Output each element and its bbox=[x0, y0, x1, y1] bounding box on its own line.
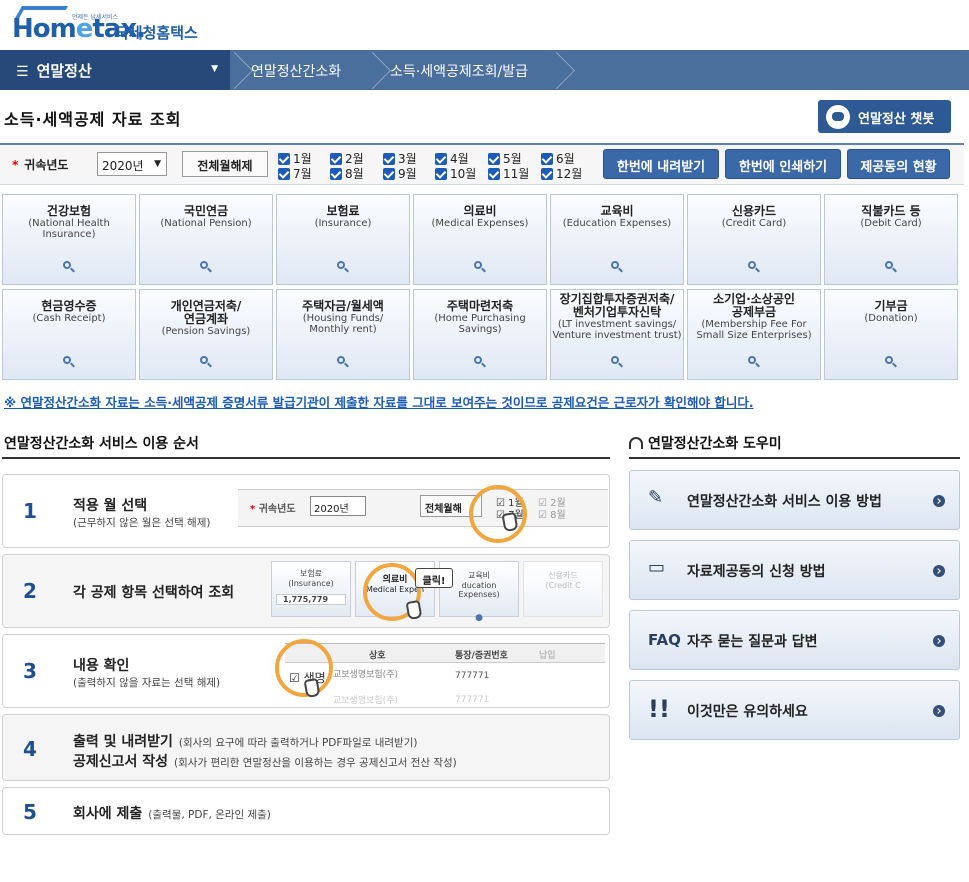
checkbox-checked-icon bbox=[278, 153, 290, 165]
arrow-right-icon bbox=[933, 565, 945, 577]
checkbox-checked-icon bbox=[541, 168, 553, 180]
checkbox-checked-icon bbox=[435, 168, 447, 180]
checkbox-checked-icon bbox=[488, 153, 500, 165]
checkbox-checked-icon bbox=[383, 168, 395, 180]
breadcrumb-item[interactable]: 소득·세액공제조회/발급 bbox=[390, 50, 528, 90]
arrow-right-icon bbox=[933, 495, 945, 507]
tile-national-pension[interactable]: 국민연금 (National Pension) bbox=[139, 194, 273, 285]
checkbox-checked-icon bbox=[278, 168, 290, 180]
helper-section-title: 연말정산간소화 도우미 bbox=[629, 433, 782, 453]
notice-link[interactable]: ※ 연말정산간소화 자료는 소득·세액공제 증명서류 발급기관이 제출한 자료를… bbox=[4, 392, 754, 411]
download-all-button[interactable]: 한번에 내려받기 bbox=[603, 149, 719, 179]
arrow-right-icon bbox=[933, 635, 945, 647]
month-checkbox[interactable]: 7월 bbox=[278, 165, 312, 182]
search-icon bbox=[63, 356, 75, 368]
headset-icon bbox=[629, 437, 643, 449]
exclamation-icon: !! bbox=[648, 695, 670, 723]
highlight-ring bbox=[469, 485, 527, 543]
search-icon bbox=[885, 261, 897, 273]
step-2: 2 각 공제 항목 선택하여 조회 보험료 (Insurance) 1,775,7… bbox=[2, 554, 610, 628]
search-icon bbox=[611, 261, 623, 273]
tile-donation[interactable]: 기부금 (Donation) bbox=[824, 289, 958, 380]
month-checkbox[interactable]: 11월 bbox=[488, 165, 529, 182]
click-tooltip: 클릭! bbox=[415, 568, 453, 588]
year-label: * 귀속년도 bbox=[12, 158, 69, 172]
search-icon bbox=[474, 261, 486, 273]
deselect-all-months-button[interactable]: 전체월해제 bbox=[182, 151, 268, 177]
checkbox-checked-icon bbox=[435, 153, 447, 165]
step2-tile-credit: 신용카드 (Credit C bbox=[523, 561, 603, 617]
search-icon bbox=[748, 261, 760, 273]
pointer-hand-icon bbox=[405, 599, 423, 621]
search-icon bbox=[748, 356, 760, 368]
section-divider bbox=[2, 457, 610, 459]
hometax-logo[interactable]: 언제든 납세서비스 Hometax. 국세청홈택스 bbox=[10, 6, 210, 46]
search-icon bbox=[474, 356, 486, 368]
chevron-down-icon: ▼ bbox=[154, 159, 161, 169]
navbar: ☰ 연말정산 ▼ 연말정산간소화 소득·세액공제조회/발급 bbox=[0, 50, 969, 90]
tile-small-enterprise-mutual-aid[interactable]: 소기업·소상공인 공제부금 (Membership Fee For Small Siz… bbox=[687, 289, 821, 380]
tile-insurance[interactable]: 보험료 (Insurance) bbox=[276, 194, 410, 285]
checkbox-checked-icon bbox=[383, 153, 395, 165]
step2-tile-insurance: 보험료 (Insurance) 1,775,779 bbox=[271, 561, 351, 617]
help-consent-guide-button[interactable]: ▭ 자료제공동의 신청 방법 bbox=[629, 540, 960, 600]
section-divider bbox=[629, 457, 960, 459]
checkbox-checked-icon bbox=[541, 153, 553, 165]
breadcrumb-item[interactable]: 연말정산간소화 bbox=[251, 50, 341, 90]
tile-credit-card[interactable]: 신용카드 (Credit Card) bbox=[687, 194, 821, 285]
page-title: 소득·세액공제 자료 조회 bbox=[4, 110, 182, 129]
document-pen-icon: ✎ bbox=[648, 487, 664, 508]
step3-table-header: 상호 통장/증권번호 납입 bbox=[285, 643, 605, 663]
year-select[interactable]: 2020년 ▼ bbox=[97, 152, 167, 176]
faq-icon: FAQ bbox=[648, 631, 681, 649]
checkbox-checked-icon bbox=[330, 153, 342, 165]
month-checkbox[interactable]: 9월 bbox=[383, 165, 417, 182]
chatbot-robot-icon bbox=[826, 105, 850, 129]
help-cautions-button[interactable]: !! 이것만은 유의하세요 bbox=[629, 680, 960, 740]
document-icon: ▭ bbox=[648, 557, 666, 578]
search-icon bbox=[611, 356, 623, 368]
month-checkbox[interactable]: 8월 bbox=[330, 165, 364, 182]
search-icon bbox=[885, 356, 897, 368]
month-checkbox[interactable]: 10월 bbox=[435, 165, 476, 182]
tile-cash-receipt[interactable]: 현금영수증 (Cash Receipt) bbox=[2, 289, 136, 380]
help-faq-button[interactable]: FAQ 자주 묻는 질문과 답변 bbox=[629, 610, 960, 670]
print-all-button[interactable]: 한번에 인쇄하기 bbox=[725, 149, 841, 179]
tile-home-purchasing-savings[interactable]: 주택마련저축 (Home Purchasing Savings) bbox=[413, 289, 547, 380]
step-1: 1 적용 월 선택 (근무하지 않은 월은 선택 해제) * 귀속년도 2020… bbox=[2, 474, 610, 548]
search-icon bbox=[200, 356, 212, 368]
chatbot-button[interactable]: 연말정산 챗봇 bbox=[818, 100, 951, 133]
step-3: 3 내용 확인 (출력하지 않을 자료는 선택 해제) 상호 통장/증권번호 납… bbox=[2, 634, 610, 708]
month-checkbox[interactable]: 12월 bbox=[541, 165, 582, 182]
tile-housing-funds[interactable]: 주택자금/월세액 (Housing Funds/Monthly rent) bbox=[276, 289, 410, 380]
breadcrumb-separator-icon bbox=[368, 50, 382, 90]
step-5: 5 회사에 제출 (출력물, PDF, 온라인 제출) bbox=[2, 787, 610, 835]
tile-education-expenses[interactable]: 교육비 (Education Expenses) bbox=[550, 194, 684, 285]
search-icon bbox=[337, 356, 349, 368]
breadcrumb-separator-icon bbox=[552, 50, 566, 90]
hamburger-icon: ☰ bbox=[16, 64, 29, 80]
help-usage-guide-button[interactable]: ✎ 연말정산간소화 서비스 이용 방법 bbox=[629, 470, 960, 530]
search-icon bbox=[200, 261, 212, 273]
pointer-hand-icon bbox=[303, 677, 321, 699]
steps-section-title: 연말정산간소화 서비스 이용 순서 bbox=[4, 436, 199, 452]
tile-health-insurance[interactable]: 건강보험 (National Health Insurance) bbox=[2, 194, 136, 285]
consent-status-button[interactable]: 제공동의 현황 bbox=[847, 149, 950, 179]
checkbox-checked-icon bbox=[488, 168, 500, 180]
tile-pension-savings[interactable]: 개인연금저축/연금계좌 (Pension Savings) bbox=[139, 289, 273, 380]
search-icon bbox=[63, 261, 75, 273]
arrow-right-icon bbox=[933, 705, 945, 717]
nav-main-menu[interactable]: ☰ 연말정산 ▼ bbox=[0, 50, 230, 90]
step1-illustration: * 귀속년도 2020년 전체월해 ☑ 1월 ☑ 7월 ☑ 2월 ☑ 8월 bbox=[238, 489, 608, 527]
logo-korean: 국세청홈택스 bbox=[115, 24, 198, 42]
step-4: 4 출력 및 내려받기 (회사의 요구에 따라 출력하거나 PDF파일로 내려받기… bbox=[2, 714, 610, 781]
checkbox-checked-icon bbox=[330, 168, 342, 180]
tile-debit-card[interactable]: 직불카드 등 (Debit Card) bbox=[824, 194, 958, 285]
tile-lt-investment-savings[interactable]: 장기집합투자증권저축/벤처기업투자신탁 (LT investment saving… bbox=[550, 289, 684, 380]
tile-medical-expenses[interactable]: 의료비 (Medical Expenses) bbox=[413, 194, 547, 285]
breadcrumb-separator-icon bbox=[230, 50, 244, 90]
search-icon bbox=[337, 261, 349, 273]
